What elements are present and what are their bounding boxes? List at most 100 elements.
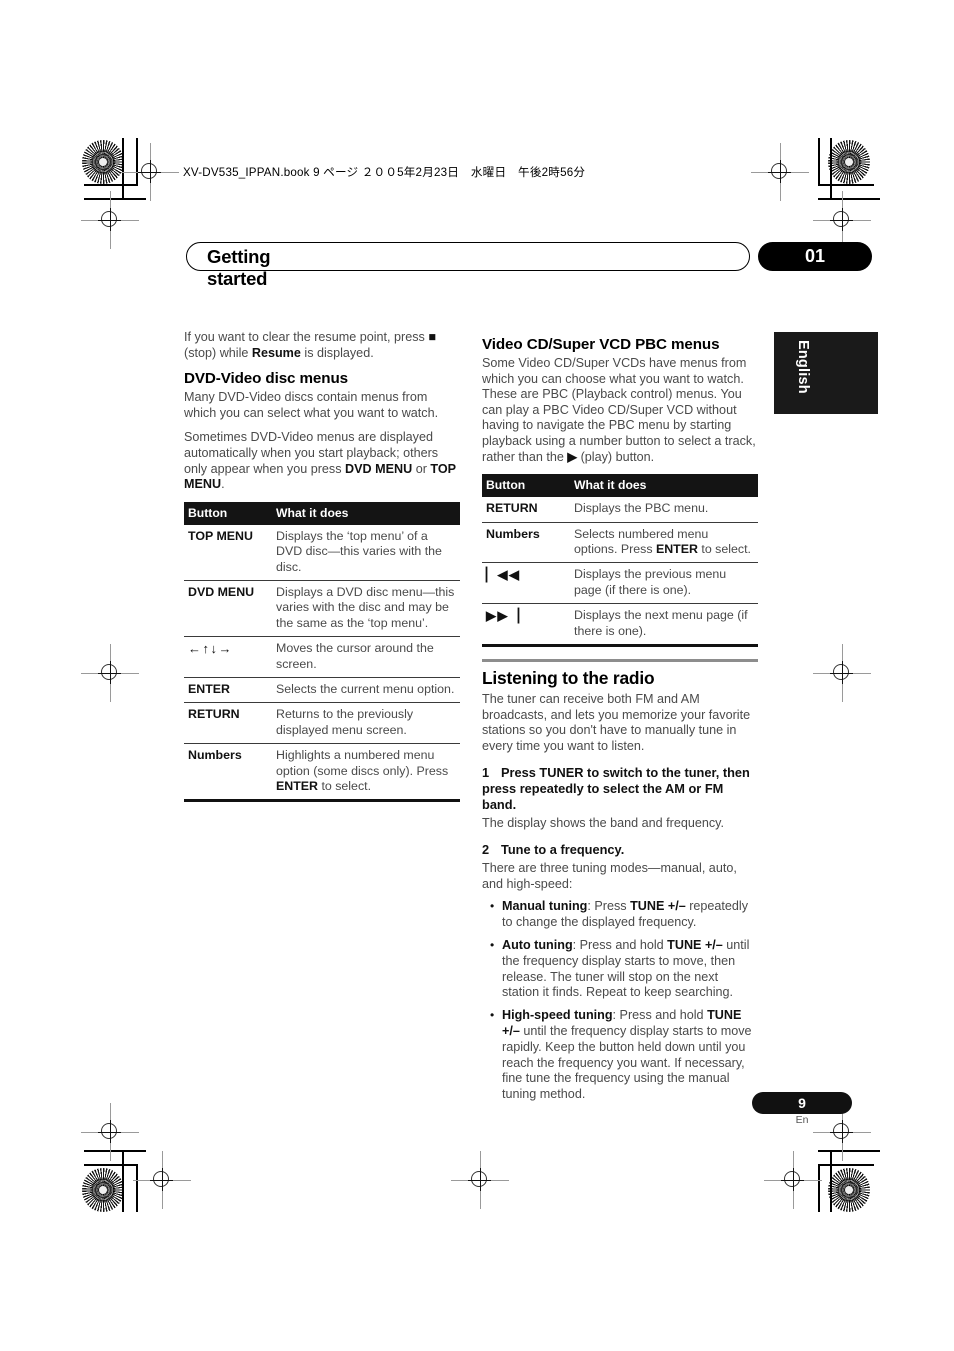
- crop-mark-tl-v2: [136, 138, 138, 186]
- chapter-number-badge: 01: [758, 242, 872, 271]
- registration-mark-bottom-right: [764, 1151, 822, 1209]
- dvd-button-table: Button What it does TOP MENU Displays the…: [184, 501, 460, 803]
- chapter-banner-pill: [186, 242, 750, 271]
- table-row: ▶▶▕ Displays the next menu page (if there…: [482, 603, 758, 647]
- pbc-menus-heading: Video CD/Super VCD PBC menus: [482, 336, 720, 353]
- registration-mark-left-upper: [81, 191, 139, 249]
- dvd-menus-paragraph-2: Sometimes DVD-Video menus are displayed …: [184, 430, 456, 492]
- step-title: 2 Tune to a frequency.: [482, 842, 625, 858]
- crop-mark-tl-v: [122, 138, 124, 200]
- registration-mark-right-upper: [813, 191, 871, 249]
- table-row: RETURN Displays the PBC menu.: [482, 497, 758, 523]
- table-cell-description: Displays the PBC menu.: [570, 497, 758, 523]
- dvd-video-disc-menus-heading: DVD-Video disc menus: [184, 370, 348, 388]
- crop-mark-bl-h: [84, 1150, 146, 1152]
- table-cell-description: Returns to the previously displayed menu…: [272, 702, 460, 745]
- table-cell-description: Moves the cursor around the screen.: [272, 636, 460, 678]
- registration-mark-top-right: [751, 143, 809, 201]
- step-number: 1: [482, 765, 490, 781]
- crop-mark-br-v2: [818, 1164, 820, 1212]
- button-glyph-icon: ▏◀◀: [486, 567, 521, 583]
- pbc-button-table-body: RETURN Displays the PBC menu. Numbers Selec…: [482, 497, 758, 647]
- crop-mark-tr-h: [818, 198, 880, 200]
- crop-mark-br-h2: [820, 1164, 874, 1166]
- crop-mark-br-h: [818, 1150, 880, 1152]
- crop-mark-tr-v: [830, 138, 832, 200]
- table-header-button: Button: [482, 474, 570, 498]
- table-cell-description: Displays a DVD disc menu—this varies wit…: [272, 580, 460, 638]
- pbc-button-table: Button What it does RETURN Displays the P…: [482, 474, 758, 647]
- registration-mark-bottom-center: [451, 1151, 509, 1209]
- table-header-row: Button What it does: [482, 474, 758, 498]
- crop-mark-bl-v: [122, 1150, 124, 1212]
- document-page: XV-DV535_IPPAN.book 9 ページ ２００5年2月23日 水曜日…: [0, 0, 954, 1351]
- table-header-what-it-does: What it does: [272, 501, 460, 525]
- list-item: Manual tuning: Press TUNE +/– repeatedly…: [490, 899, 758, 931]
- radio-steps: 1 Press TUNER to switch to the tuner, the…: [482, 765, 758, 892]
- crop-mark-br-v: [830, 1150, 832, 1212]
- registration-rosette-bottom-right: [828, 1168, 870, 1212]
- crop-mark-tl-h: [84, 198, 146, 200]
- book-file-info: XV-DV535_IPPAN.book 9 ページ ２００5年2月23日 水曜日…: [183, 166, 586, 179]
- table-cell-description: Displays the previous menu page (if ther…: [570, 562, 758, 605]
- step-body: There are three tuning modes—manual, aut…: [482, 861, 737, 891]
- table-cell-button: RETURN: [184, 702, 272, 745]
- crop-mark-bl-h2: [84, 1164, 138, 1166]
- dvd-button-table-body: TOP MENU Displays the ‘top menu’ of a DVD…: [184, 524, 460, 803]
- page-language-label: En: [795, 1114, 809, 1126]
- table-cell-button: Numbers: [482, 522, 570, 564]
- table-row: TOP MENU Displays the ‘top menu’ of a DVD…: [184, 524, 460, 581]
- table-cell-button: DVD MENU: [184, 580, 272, 638]
- table-cell-button: ▶▶▕: [482, 603, 570, 647]
- radio-intro-paragraph: The tuner can receive both FM and AM bro…: [482, 692, 751, 753]
- language-tab: English: [774, 332, 878, 414]
- button-glyph-icon: ▶▶▕: [486, 608, 521, 624]
- table-row: Numbers Selects numbered menu options. Pr…: [482, 522, 758, 564]
- page-title: Getting started: [207, 246, 271, 289]
- right-column: Video CD/Super VCD PBC menus Some Video …: [482, 330, 758, 1110]
- registration-mark-bottom-left: [133, 1151, 191, 1209]
- table-cell-button: RETURN: [482, 497, 570, 523]
- list-item: Auto tuning: Press and hold TUNE +/– unt…: [490, 938, 758, 1001]
- table-cell-button: TOP MENU: [184, 524, 272, 581]
- tuning-mode-bullets: Manual tuning: Press TUNE +/– repeatedly…: [482, 899, 758, 1103]
- registration-mark-top-left: [121, 143, 179, 201]
- table-header-row: Button What it does: [184, 501, 460, 525]
- step-number: 2: [482, 842, 490, 858]
- table-cell-button: ENTER: [184, 677, 272, 704]
- registration-mark-left-middle: [81, 644, 139, 702]
- table-cell-description: Displays the ‘top menu’ of a DVD disc—th…: [272, 524, 460, 581]
- list-item: High-speed tuning: Press and hold TUNE +…: [490, 1008, 758, 1103]
- registration-rosette-bottom-left: [82, 1168, 124, 1212]
- pbc-menus-paragraph: Some Video CD/Super VCDs have menus from…: [482, 356, 756, 464]
- crop-mark-tr-v2: [818, 138, 820, 186]
- table-row: ▏◀◀ Displays the previous menu page (if t…: [482, 562, 758, 605]
- table-header-what-it-does: What it does: [570, 474, 758, 498]
- page-number-badge: 9: [752, 1092, 852, 1114]
- step-body: The display shows the band and frequency…: [482, 815, 724, 830]
- table-cell-description: Selects numbered menu options. Press ENT…: [570, 522, 758, 564]
- table-row: DVD MENU Displays a DVD disc menu—this va…: [184, 580, 460, 638]
- crop-mark-tl-h2: [84, 184, 138, 186]
- left-column: If you want to clear the resume point, p…: [184, 330, 460, 806]
- table-cell-button: Numbers: [184, 743, 272, 803]
- registration-rosette-top-left: [82, 140, 124, 184]
- resume-paragraph: If you want to clear the resume point, p…: [184, 330, 436, 360]
- table-cell-description: Selects the current menu option.: [272, 677, 460, 704]
- table-cell-button: ▏◀◀: [482, 562, 570, 605]
- step-title: 1 Press TUNER to switch to the tuner, the…: [482, 765, 750, 812]
- crop-mark-tr-h2: [820, 184, 874, 186]
- table-header-button: Button: [184, 501, 272, 525]
- dvd-menus-paragraph-1: Many DVD-Video discs contain menus from …: [184, 390, 439, 420]
- listening-to-the-radio-heading: Listening to the radio: [482, 668, 655, 688]
- section-divider-rule: [482, 659, 758, 662]
- language-tab-label: English: [795, 340, 811, 394]
- button-glyph-icon: ←↑↓→: [188, 641, 233, 657]
- registration-mark-left-lower: [81, 1103, 139, 1161]
- table-row: RETURN Returns to the previously displaye…: [184, 702, 460, 745]
- registration-rosette-top-right: [828, 140, 870, 184]
- table-cell-description: Highlights a numbered menu option (some …: [272, 743, 460, 803]
- table-cell-description: Displays the next menu page (if there is…: [570, 603, 758, 647]
- table-cell-button: ←↑↓→: [184, 636, 272, 678]
- table-row: Numbers Highlights a numbered menu option…: [184, 743, 460, 803]
